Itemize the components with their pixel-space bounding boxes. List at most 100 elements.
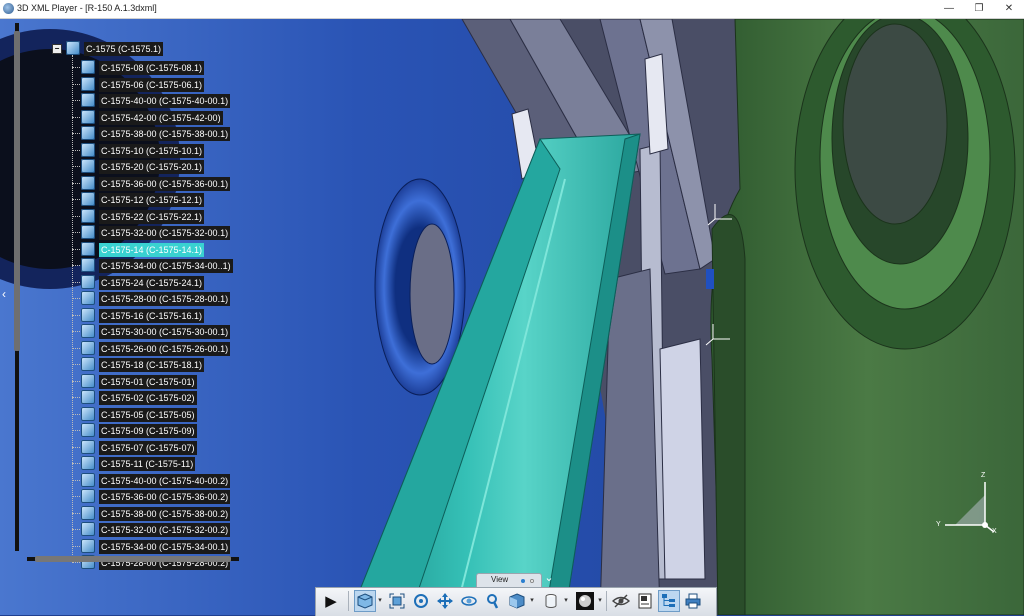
tree-guide-line [72, 55, 73, 563]
tree-item[interactable]: C-1575-07 (C-1575-07) [99, 440, 197, 455]
tree-item[interactable]: C-1575-10 (C-1575-10.1) [99, 143, 205, 158]
document-icon [638, 593, 652, 609]
rotate-icon [461, 596, 477, 606]
tree-item[interactable]: C-1575-34-00 (C-1575-34-00..1) [99, 259, 233, 273]
tree-icon [662, 594, 675, 607]
tree-guide-branch [72, 100, 80, 101]
tree-guide-branch [72, 397, 80, 398]
hide-show-button[interactable] [610, 590, 632, 612]
tree-vertical-scroll-thumb[interactable] [14, 31, 20, 351]
view-cube-dropdown[interactable]: ▾ [377, 592, 383, 610]
part-icon [81, 109, 95, 124]
tree-item[interactable]: C-1575-26-00 (C-1575-26-00.1) [99, 341, 231, 356]
tree-horizontal-scroll-thumb[interactable] [35, 556, 231, 562]
part-icon [81, 538, 95, 553]
chevron-down-icon[interactable]: ⌄ [542, 573, 556, 586]
tree-guide-branch [72, 479, 80, 481]
tree-item[interactable]: C-1575-12 (C-1575-12.1) [99, 193, 205, 207]
toolbar-tab-view[interactable]: View [476, 573, 542, 587]
tree-horizontal-scrollbar[interactable] [27, 554, 239, 563]
part-icon [81, 406, 95, 421]
toolbar-separator [348, 591, 349, 611]
rotate-button[interactable] [458, 590, 480, 612]
tree-item[interactable]: C-1575-09 (C-1575-09) [99, 424, 197, 438]
tree-item[interactable]: C-1575-36-00 (C-1575-36-00.1) [99, 176, 231, 191]
compass-z-label: Z [981, 472, 986, 479]
tab-dot[interactable] [530, 579, 534, 583]
tree-item[interactable]: C-1575-38-00 (C-1575-38-00.2) [99, 506, 231, 521]
tree-guide-branch [72, 314, 80, 316]
zoom-area-button[interactable] [410, 590, 432, 612]
view-cube-button[interactable] [354, 590, 376, 612]
maximize-button[interactable]: ❐ [964, 0, 994, 18]
close-button[interactable]: ✕ [994, 0, 1024, 18]
tree-item[interactable]: C-1575-02 (C-1575-02) [99, 391, 197, 405]
tree-guide-branch [72, 232, 80, 233]
pan-button[interactable] [434, 590, 456, 612]
tree-item[interactable]: C-1575-32-00 (C-1575-32-00.1) [99, 226, 231, 240]
standard-views-dropdown[interactable]: ▾ [529, 592, 535, 610]
title-bar: 3D XML Player - [R-150 A.1.3dxml] — ❐ ✕ [0, 0, 1024, 19]
print-button[interactable] [682, 590, 704, 612]
tree-item[interactable]: C-1575-16 (C-1575-16.1) [99, 308, 205, 323]
specification-tree[interactable]: − C-1575 (C-1575.1) C-1575-08 (C-1575-08… [0, 19, 245, 570]
tree-expander[interactable]: − [52, 44, 62, 54]
tree-item[interactable]: C-1575-11 (C-1575-11) [99, 457, 196, 471]
render-style-dropdown[interactable]: ▾ [563, 592, 569, 610]
shading-button[interactable] [574, 590, 596, 612]
part-icon [81, 126, 95, 140]
part-icon [81, 175, 95, 190]
tree-item[interactable]: C-1575-40-00 (C-1575-40-00.1) [99, 94, 231, 108]
tree-guide-branch [72, 133, 80, 134]
tree-guide-branch [72, 430, 80, 431]
printer-icon [685, 593, 701, 609]
tree-root-label[interactable]: C-1575 (C-1575.1) [84, 42, 164, 56]
part-icon [81, 439, 95, 454]
tree-guide-branch [72, 149, 80, 151]
zoom-button[interactable] [482, 590, 504, 612]
tree-guide-branch [72, 182, 80, 184]
tree-guide-branch [72, 529, 80, 530]
tree-item[interactable]: C-1575-18 (C-1575-18.1) [99, 358, 205, 372]
properties-button[interactable] [634, 590, 656, 612]
minimize-button[interactable]: — [934, 0, 964, 18]
tree-item[interactable]: C-1575-05 (C-1575-05) [99, 407, 197, 422]
standard-views-button[interactable] [506, 590, 528, 612]
tree-item[interactable]: C-1575-22 (C-1575-22.1) [99, 209, 205, 224]
tree-guide-branch [72, 446, 80, 448]
tree-item[interactable]: C-1575-20 (C-1575-20.1) [99, 160, 205, 174]
tree-item[interactable]: C-1575-14 (C-1575-14.1) [99, 242, 205, 257]
tree-item[interactable]: C-1575-06 (C-1575-06.1) [99, 77, 205, 92]
fit-all-button[interactable] [386, 590, 408, 612]
part-icon [81, 60, 95, 74]
axis-compass[interactable]: Z Y X [930, 470, 1010, 540]
shading-dropdown[interactable]: ▾ [597, 592, 603, 610]
part-icon [81, 241, 95, 256]
tree-item[interactable]: C-1575-28-00 (C-1575-28-00.1) [99, 292, 231, 306]
tree-guide-branch [72, 116, 80, 118]
tree-item[interactable]: C-1575-38-00 (C-1575-38-00.1) [99, 127, 231, 141]
tab-dot-active[interactable] [521, 579, 525, 583]
collapse-panel-arrow[interactable]: ‹ [2, 287, 12, 301]
tree-item[interactable]: C-1575-01 (C-1575-01) [99, 374, 197, 389]
tree-guide-branch [72, 463, 80, 464]
compass-y-label: Y [936, 521, 941, 528]
render-style-button[interactable] [540, 590, 562, 612]
part-icon [81, 390, 95, 404]
tree-item[interactable]: C-1575-30-00 (C-1575-30-00.1) [99, 325, 231, 339]
tree-item[interactable]: C-1575-24 (C-1575-24.1) [99, 275, 205, 290]
play-button[interactable]: ▶ [320, 590, 342, 612]
tree-item[interactable]: C-1575-32-00 (C-1575-32-00.2) [99, 523, 231, 537]
tree-vertical-scrollbar[interactable] [13, 23, 21, 551]
tree-item[interactable]: C-1575-36-00 (C-1575-36-00.2) [99, 490, 231, 504]
cube-icon [357, 593, 373, 609]
tree-item[interactable]: C-1575-34-00 (C-1575-34-00.1) [99, 539, 231, 554]
tree-item[interactable]: C-1575-42-00 (C-1575-42-00) [99, 110, 223, 125]
tree-item[interactable]: C-1575-40-00 (C-1575-40-00.2) [99, 473, 231, 488]
tree-item[interactable]: C-1575-08 (C-1575-08.1) [99, 61, 205, 75]
part-icon [81, 324, 95, 338]
tree-toggle-button[interactable] [658, 590, 680, 612]
part-icon [81, 456, 95, 470]
part-icon [81, 225, 95, 239]
window-title: 3D XML Player - [R-150 A.1.3dxml] [17, 3, 157, 13]
